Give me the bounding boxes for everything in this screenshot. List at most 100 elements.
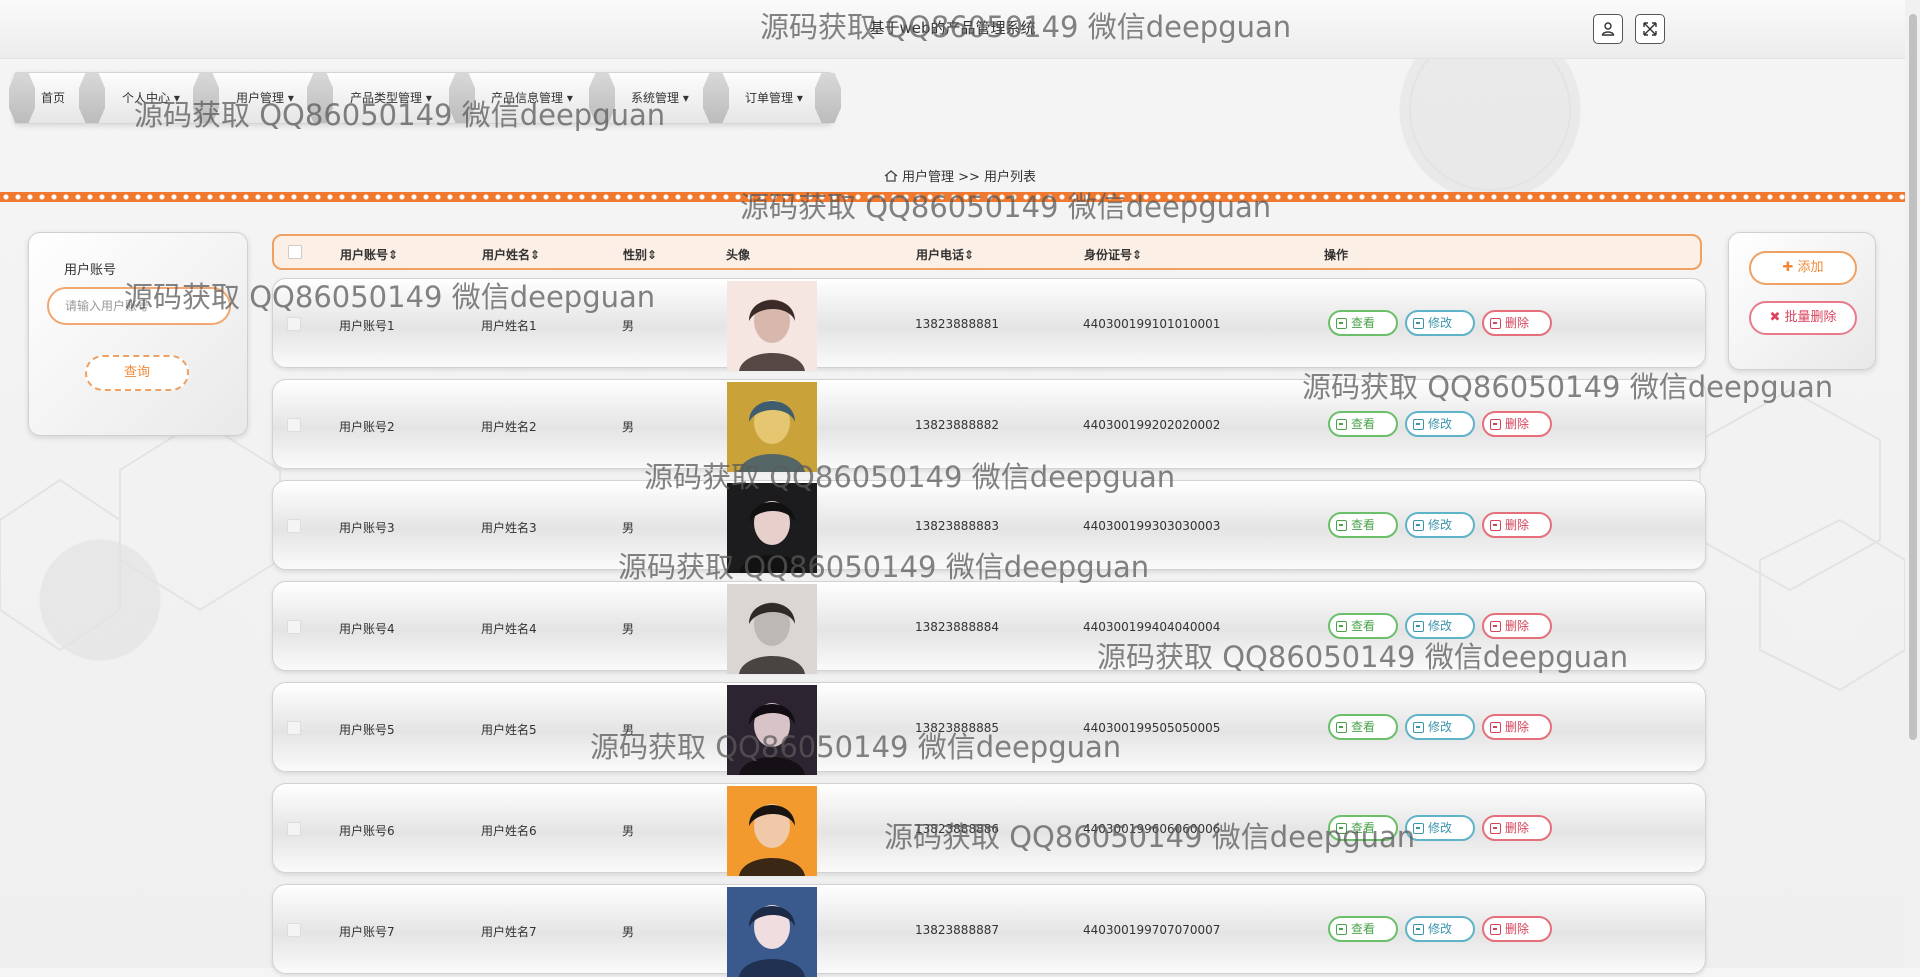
user-profile-button[interactable] — [1593, 14, 1623, 44]
view-icon — [1336, 923, 1347, 935]
cell-account: 用户账号4 — [339, 622, 395, 636]
view-button[interactable]: 查看 — [1328, 310, 1398, 336]
col-name-header[interactable]: 用户姓名⇕ — [482, 246, 540, 263]
nav-separator — [79, 73, 105, 123]
edit-button[interactable]: 修改 — [1405, 916, 1475, 942]
view-label: 查看 — [1351, 821, 1376, 835]
delete-label: 删除 — [1505, 417, 1530, 431]
delete-button[interactable]: 删除 — [1482, 916, 1552, 942]
col-phone-header[interactable]: 用户电话⇕ — [916, 246, 974, 263]
query-button[interactable]: 查询 — [85, 355, 189, 391]
cell-account: 用户账号3 — [339, 521, 395, 535]
edit-button[interactable]: 修改 — [1405, 512, 1475, 538]
nav-item-orders[interactable]: 订单管理 ▾ — [745, 89, 803, 106]
search-account-input[interactable] — [47, 287, 231, 325]
top-header: 基于web的产品管理系统 — [0, 0, 1905, 59]
col-account-header[interactable]: 用户账号⇕ — [340, 246, 398, 263]
edit-button[interactable]: 修改 — [1405, 310, 1475, 336]
edit-button[interactable]: 修改 — [1405, 714, 1475, 740]
decorative-stripe — [0, 192, 1905, 202]
nav-item-personal-center[interactable]: 个人中心 ▾ — [122, 89, 180, 106]
view-button[interactable]: 查看 — [1328, 916, 1398, 942]
cell-name: 用户姓名3 — [481, 521, 537, 535]
row-checkbox[interactable] — [287, 822, 301, 836]
avatar — [727, 685, 817, 775]
view-button[interactable]: 查看 — [1328, 411, 1398, 437]
view-icon — [1336, 822, 1347, 834]
table-row: 用户账号7 用户姓名7 男 13823888887 440300199707070007… — [272, 884, 1706, 977]
cell-id-card: 440300199505050005 — [1083, 721, 1221, 735]
view-button[interactable]: 查看 — [1328, 512, 1398, 538]
col-gender-header[interactable]: 性别⇕ — [623, 246, 657, 263]
batch-delete-button[interactable]: ✖ 批量删除 — [1749, 301, 1857, 335]
avatar — [727, 786, 817, 876]
edit-button[interactable]: 修改 — [1405, 411, 1475, 437]
col-idcard-header[interactable]: 身份证号⇕ — [1084, 246, 1142, 263]
table-row: 用户账号4 用户姓名4 男 13823888884 440300199404040004… — [272, 581, 1706, 674]
avatar-image — [727, 483, 817, 573]
cell-name: 用户姓名1 — [481, 319, 537, 333]
scrollbar-thumb[interactable] — [1909, 14, 1917, 740]
view-button[interactable]: 查看 — [1328, 815, 1398, 841]
view-icon — [1336, 418, 1347, 430]
view-label: 查看 — [1351, 316, 1376, 330]
row-checkbox[interactable] — [287, 317, 301, 331]
edit-icon — [1413, 923, 1424, 935]
nav-separator — [193, 73, 219, 123]
edit-label: 修改 — [1428, 417, 1453, 431]
cell-phone: 13823888887 — [915, 923, 999, 937]
cell-account: 用户账号7 — [339, 925, 395, 939]
delete-button[interactable]: 删除 — [1482, 512, 1552, 538]
delete-button[interactable]: 删除 — [1482, 815, 1552, 841]
edit-icon — [1413, 519, 1424, 531]
cell-phone: 13823888883 — [915, 519, 999, 533]
nav-separator — [815, 73, 841, 123]
cell-phone: 13823888884 — [915, 620, 999, 634]
avatar-image — [727, 887, 817, 977]
delete-icon — [1490, 721, 1501, 733]
main-nav: 首页 个人中心 ▾ 用户管理 ▾ 产品类型管理 ▾ 产品信息管理 ▾ 系统管理 … — [9, 72, 841, 124]
nav-item-user-management[interactable]: 用户管理 ▾ — [236, 89, 294, 106]
edit-icon — [1413, 822, 1424, 834]
vertical-scrollbar[interactable] — [1905, 0, 1920, 968]
cell-phone: 13823888881 — [915, 317, 999, 331]
row-checkbox[interactable] — [287, 923, 301, 937]
cell-phone: 13823888882 — [915, 418, 999, 432]
view-button[interactable]: 查看 — [1328, 613, 1398, 639]
cell-gender: 男 — [622, 622, 635, 636]
delete-button[interactable]: 删除 — [1482, 310, 1552, 336]
view-label: 查看 — [1351, 922, 1376, 936]
row-checkbox[interactable] — [287, 519, 301, 533]
row-checkbox[interactable] — [287, 418, 301, 432]
row-checkbox[interactable] — [287, 721, 301, 735]
row-checkbox[interactable] — [287, 620, 301, 634]
edit-label: 修改 — [1428, 821, 1453, 835]
delete-button[interactable]: 删除 — [1482, 714, 1552, 740]
home-icon[interactable] — [884, 170, 898, 182]
delete-button[interactable]: 删除 — [1482, 411, 1552, 437]
avatar-image — [727, 584, 817, 674]
nav-item-system[interactable]: 系统管理 ▾ — [631, 89, 689, 106]
fullscreen-button[interactable] — [1635, 14, 1665, 44]
col-ops-header: 操作 — [1324, 248, 1349, 262]
view-label: 查看 — [1351, 619, 1376, 633]
avatar-image — [727, 685, 817, 775]
select-all-checkbox[interactable] — [288, 245, 302, 259]
avatar — [727, 382, 817, 472]
cell-account: 用户账号5 — [339, 723, 395, 737]
cell-gender: 男 — [622, 723, 635, 737]
cell-name: 用户姓名2 — [481, 420, 537, 434]
delete-label: 删除 — [1505, 922, 1530, 936]
edit-button[interactable]: 修改 — [1405, 815, 1475, 841]
delete-button[interactable]: 删除 — [1482, 613, 1552, 639]
nav-item-home[interactable]: 首页 — [41, 89, 65, 106]
view-button[interactable]: 查看 — [1328, 714, 1398, 740]
add-button[interactable]: ✚ 添加 — [1749, 251, 1857, 285]
avatar-image — [727, 382, 817, 472]
breadcrumb-text[interactable]: 用户管理 >> 用户列表 — [902, 170, 1036, 185]
cell-id-card: 440300199303030003 — [1083, 519, 1221, 533]
edit-button[interactable]: 修改 — [1405, 613, 1475, 639]
nav-item-product-type[interactable]: 产品类型管理 ▾ — [350, 89, 432, 106]
nav-separator — [307, 73, 333, 123]
nav-item-product-info[interactable]: 产品信息管理 ▾ — [491, 89, 573, 106]
